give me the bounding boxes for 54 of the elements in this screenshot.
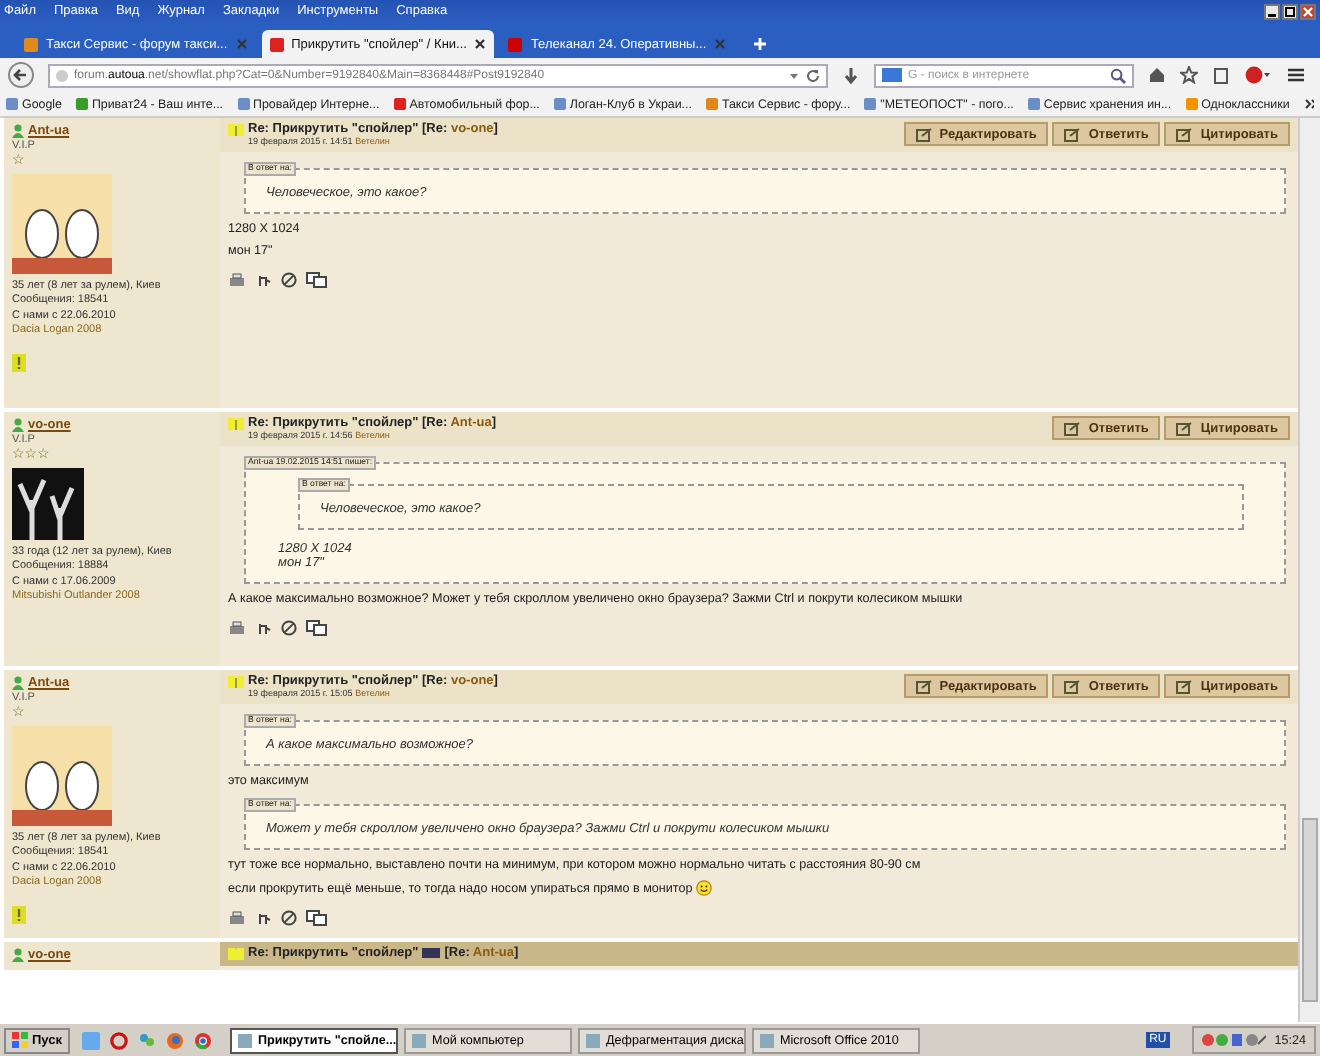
book-icon <box>228 675 244 687</box>
tray-icons-drawing[interactable] <box>1202 1032 1267 1048</box>
new-tab-icon[interactable] <box>752 36 769 52</box>
pencil-icon <box>1176 679 1193 693</box>
clipboard-icon[interactable] <box>1212 66 1230 84</box>
stop-sign-icon[interactable] <box>1244 66 1272 84</box>
pencil-icon <box>1064 679 1081 693</box>
user-icon <box>12 676 24 690</box>
pencil-icon <box>1176 127 1193 141</box>
pencil-icon <box>1176 421 1193 435</box>
download-icon[interactable] <box>842 66 860 84</box>
smiley-icon <box>696 880 713 896</box>
printer-icon[interactable] <box>228 620 246 636</box>
windows-icon[interactable] <box>306 272 328 288</box>
close-icon[interactable] <box>474 38 487 50</box>
chrome-icon[interactable] <box>194 1031 212 1049</box>
site-icon <box>269 37 284 51</box>
block-icon[interactable] <box>280 910 298 926</box>
book-icon <box>228 123 244 135</box>
restore-button[interactable] <box>1282 3 1298 19</box>
block-icon[interactable] <box>280 272 298 288</box>
pencil-icon <box>1064 421 1081 435</box>
minimize-button[interactable] <box>1264 3 1280 19</box>
user-icon <box>12 124 24 138</box>
user-icon <box>12 418 24 432</box>
windows-icon[interactable] <box>306 910 328 926</box>
dropdown-icon[interactable] <box>788 69 800 81</box>
close-button[interactable] <box>1300 3 1316 19</box>
home-icon[interactable] <box>1148 66 1166 84</box>
more-bookmarks-icon[interactable] <box>1303 98 1314 110</box>
pencil-icon <box>915 679 932 693</box>
avatar-drawing <box>12 174 112 274</box>
menu-icon[interactable] <box>1286 66 1306 84</box>
block-icon[interactable] <box>280 620 298 636</box>
windows-logo-icon <box>12 1032 28 1048</box>
pencil-icon <box>1064 127 1081 141</box>
reload-icon[interactable] <box>806 68 820 82</box>
pencil-icon <box>915 127 932 141</box>
printer-icon[interactable] <box>228 272 246 288</box>
firefox-icon[interactable] <box>166 1031 184 1049</box>
book-icon <box>228 947 244 959</box>
printer-icon[interactable] <box>228 910 246 926</box>
star-icon[interactable] <box>1180 66 1198 84</box>
user-icon <box>12 948 24 962</box>
site-icon <box>508 37 523 51</box>
windows-icon[interactable] <box>306 620 328 636</box>
book-icon <box>228 417 244 429</box>
opera-icon[interactable] <box>110 1031 128 1049</box>
avatar-drawing <box>12 726 112 826</box>
search-icon[interactable] <box>1110 67 1126 83</box>
avatar-drawing <box>12 468 84 540</box>
scrollbar[interactable] <box>1298 118 1320 1022</box>
site-icon <box>24 37 38 51</box>
back-icon[interactable] <box>8 62 34 88</box>
